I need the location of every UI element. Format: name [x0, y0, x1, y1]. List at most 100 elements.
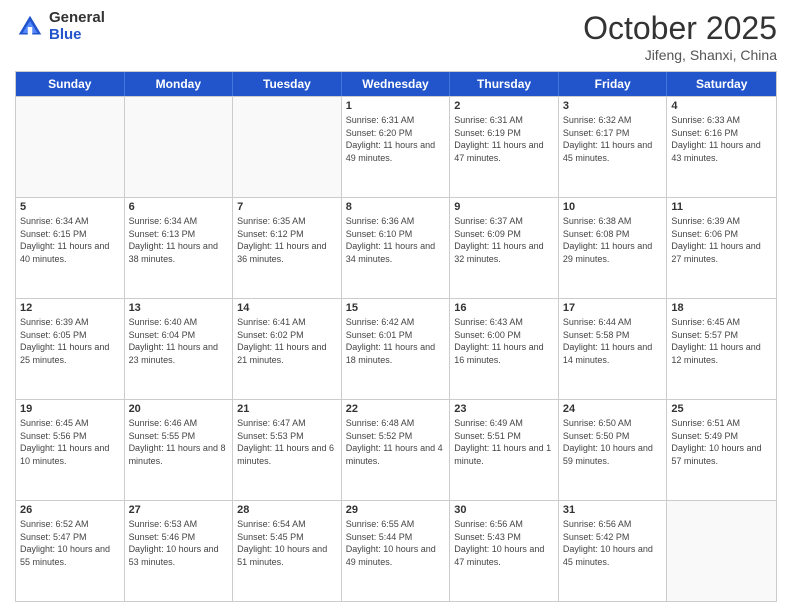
calendar-day-15: 15 Sunrise: 6:42 AM Sunset: 6:01 PM Dayli…: [342, 299, 451, 399]
day-info: Sunrise: 6:46 AM Sunset: 5:55 PM Dayligh…: [129, 417, 229, 467]
calendar-day-22: 22Sunrise: 6:48 AM Sunset: 5:52 PM Dayli…: [342, 400, 451, 500]
day-info: Sunrise: 6:37 AM Sunset: 6:09 PM Dayligh…: [454, 215, 554, 265]
calendar-day-13: 13 Sunrise: 6:40 AM Sunset: 6:04 PM Dayli…: [125, 299, 234, 399]
header-day-tuesday: Tuesday: [233, 72, 342, 96]
header-day-friday: Friday: [559, 72, 668, 96]
calendar-header: SundayMondayTuesdayWednesdayThursdayFrid…: [16, 72, 776, 96]
day-info: Sunrise: 6:56 AM Sunset: 5:42 PM Dayligh…: [563, 518, 663, 568]
day-info: Sunrise: 6:39 AM Sunset: 6:05 PM Dayligh…: [20, 316, 120, 366]
calendar-body: 1 Sunrise: 6:31 AM Sunset: 6:20 PM Daylig…: [16, 96, 776, 601]
day-number: 19: [20, 403, 120, 415]
day-info: Sunrise: 6:32 AM Sunset: 6:17 PM Dayligh…: [563, 114, 663, 164]
calendar-day-6: 6Sunrise: 6:34 AM Sunset: 6:13 PM Daylig…: [125, 198, 234, 298]
calendar-empty-cell: [16, 97, 125, 197]
calendar-day-30: 30 Sunrise: 6:56 AM Sunset: 5:43 PM Dayli…: [450, 501, 559, 601]
day-number: 26: [20, 504, 120, 516]
day-number: 9: [454, 201, 554, 213]
header-day-wednesday: Wednesday: [342, 72, 451, 96]
header-day-thursday: Thursday: [450, 72, 559, 96]
calendar-week-1: 1 Sunrise: 6:31 AM Sunset: 6:20 PM Daylig…: [16, 96, 776, 197]
day-info: Sunrise: 6:42 AM Sunset: 6:01 PM Dayligh…: [346, 316, 446, 366]
calendar-day-8: 8Sunrise: 6:36 AM Sunset: 6:10 PM Daylig…: [342, 198, 451, 298]
day-info: Sunrise: 6:50 AM Sunset: 5:50 PM Dayligh…: [563, 417, 663, 467]
day-number: 11: [671, 201, 772, 213]
day-info: Sunrise: 6:31 AM Sunset: 6:20 PM Dayligh…: [346, 114, 446, 164]
calendar-day-7: 7 Sunrise: 6:35 AM Sunset: 6:12 PM Daylig…: [233, 198, 342, 298]
calendar-day-28: 28 Sunrise: 6:54 AM Sunset: 5:45 PM Dayli…: [233, 501, 342, 601]
location-subtitle: Jifeng, Shanxi, China: [583, 47, 777, 63]
day-info: Sunrise: 6:49 AM Sunset: 5:51 PM Dayligh…: [454, 417, 554, 467]
calendar-day-17: 17 Sunrise: 6:44 AM Sunset: 5:58 PM Dayli…: [559, 299, 668, 399]
calendar-day-10: 10 Sunrise: 6:38 AM Sunset: 6:08 PM Dayli…: [559, 198, 668, 298]
calendar: SundayMondayTuesdayWednesdayThursdayFrid…: [15, 71, 777, 602]
day-info: Sunrise: 6:43 AM Sunset: 6:00 PM Dayligh…: [454, 316, 554, 366]
calendar-empty-cell: [125, 97, 234, 197]
calendar-empty-cell: [233, 97, 342, 197]
header: General Blue October 2025 Jifeng, Shanxi…: [15, 10, 777, 63]
day-number: 7: [237, 201, 337, 213]
calendar-empty-cell: [667, 501, 776, 601]
header-day-saturday: Saturday: [667, 72, 776, 96]
month-title: October 2025: [583, 10, 777, 47]
day-info: Sunrise: 6:39 AM Sunset: 6:06 PM Dayligh…: [671, 215, 772, 265]
day-number: 27: [129, 504, 229, 516]
calendar-day-14: 14Sunrise: 6:41 AM Sunset: 6:02 PM Dayli…: [233, 299, 342, 399]
day-info: Sunrise: 6:34 AM Sunset: 6:15 PM Dayligh…: [20, 215, 120, 265]
logo-blue: Blue: [49, 27, 105, 44]
page: General Blue October 2025 Jifeng, Shanxi…: [0, 0, 792, 612]
calendar-day-23: 23Sunrise: 6:49 AM Sunset: 5:51 PM Dayli…: [450, 400, 559, 500]
day-number: 30: [454, 504, 554, 516]
day-number: 20: [129, 403, 229, 415]
calendar-day-25: 25 Sunrise: 6:51 AM Sunset: 5:49 PM Dayli…: [667, 400, 776, 500]
calendar-day-9: 9 Sunrise: 6:37 AM Sunset: 6:09 PM Daylig…: [450, 198, 559, 298]
calendar-week-5: 26Sunrise: 6:52 AM Sunset: 5:47 PM Dayli…: [16, 500, 776, 601]
day-number: 15: [346, 302, 446, 314]
calendar-week-4: 19 Sunrise: 6:45 AM Sunset: 5:56 PM Dayli…: [16, 399, 776, 500]
day-number: 13: [129, 302, 229, 314]
day-number: 28: [237, 504, 337, 516]
calendar-day-24: 24Sunrise: 6:50 AM Sunset: 5:50 PM Dayli…: [559, 400, 668, 500]
day-info: Sunrise: 6:31 AM Sunset: 6:19 PM Dayligh…: [454, 114, 554, 164]
day-number: 17: [563, 302, 663, 314]
calendar-day-5: 5Sunrise: 6:34 AM Sunset: 6:15 PM Daylig…: [16, 198, 125, 298]
calendar-week-2: 5Sunrise: 6:34 AM Sunset: 6:15 PM Daylig…: [16, 197, 776, 298]
day-info: Sunrise: 6:56 AM Sunset: 5:43 PM Dayligh…: [454, 518, 554, 568]
day-info: Sunrise: 6:34 AM Sunset: 6:13 PM Dayligh…: [129, 215, 229, 265]
day-number: 25: [671, 403, 772, 415]
calendar-day-11: 11 Sunrise: 6:39 AM Sunset: 6:06 PM Dayli…: [667, 198, 776, 298]
calendar-day-19: 19 Sunrise: 6:45 AM Sunset: 5:56 PM Dayli…: [16, 400, 125, 500]
day-info: Sunrise: 6:33 AM Sunset: 6:16 PM Dayligh…: [671, 114, 772, 164]
logo-text: General Blue: [49, 10, 105, 43]
day-info: Sunrise: 6:51 AM Sunset: 5:49 PM Dayligh…: [671, 417, 772, 467]
calendar-day-12: 12Sunrise: 6:39 AM Sunset: 6:05 PM Dayli…: [16, 299, 125, 399]
day-info: Sunrise: 6:45 AM Sunset: 5:57 PM Dayligh…: [671, 316, 772, 366]
day-info: Sunrise: 6:48 AM Sunset: 5:52 PM Dayligh…: [346, 417, 446, 467]
day-info: Sunrise: 6:38 AM Sunset: 6:08 PM Dayligh…: [563, 215, 663, 265]
day-number: 1: [346, 100, 446, 112]
day-number: 16: [454, 302, 554, 314]
calendar-day-18: 18 Sunrise: 6:45 AM Sunset: 5:57 PM Dayli…: [667, 299, 776, 399]
calendar-day-21: 21Sunrise: 6:47 AM Sunset: 5:53 PM Dayli…: [233, 400, 342, 500]
day-info: Sunrise: 6:45 AM Sunset: 5:56 PM Dayligh…: [20, 417, 120, 467]
calendar-day-3: 3Sunrise: 6:32 AM Sunset: 6:17 PM Daylig…: [559, 97, 668, 197]
logo-icon: [15, 12, 45, 42]
logo: General Blue: [15, 10, 105, 43]
day-info: Sunrise: 6:35 AM Sunset: 6:12 PM Dayligh…: [237, 215, 337, 265]
header-day-monday: Monday: [125, 72, 234, 96]
day-number: 10: [563, 201, 663, 213]
day-info: Sunrise: 6:53 AM Sunset: 5:46 PM Dayligh…: [129, 518, 229, 568]
day-number: 21: [237, 403, 337, 415]
calendar-day-27: 27 Sunrise: 6:53 AM Sunset: 5:46 PM Dayli…: [125, 501, 234, 601]
day-info: Sunrise: 6:40 AM Sunset: 6:04 PM Dayligh…: [129, 316, 229, 366]
day-info: Sunrise: 6:44 AM Sunset: 5:58 PM Dayligh…: [563, 316, 663, 366]
day-info: Sunrise: 6:54 AM Sunset: 5:45 PM Dayligh…: [237, 518, 337, 568]
calendar-day-4: 4 Sunrise: 6:33 AM Sunset: 6:16 PM Daylig…: [667, 97, 776, 197]
calendar-day-16: 16 Sunrise: 6:43 AM Sunset: 6:00 PM Dayli…: [450, 299, 559, 399]
day-number: 2: [454, 100, 554, 112]
calendar-day-31: 31Sunrise: 6:56 AM Sunset: 5:42 PM Dayli…: [559, 501, 668, 601]
day-number: 8: [346, 201, 446, 213]
day-number: 14: [237, 302, 337, 314]
day-number: 18: [671, 302, 772, 314]
day-number: 4: [671, 100, 772, 112]
logo-general: General: [49, 10, 105, 27]
